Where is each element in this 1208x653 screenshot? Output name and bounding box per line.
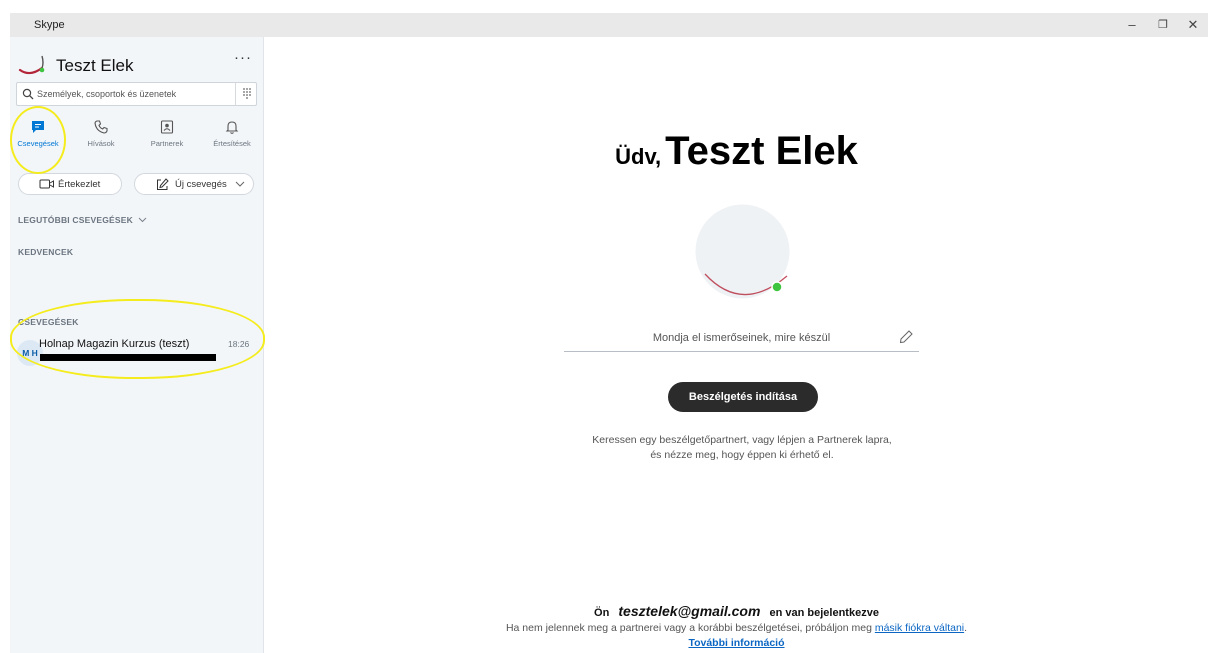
new-chat-label: Új csevegés bbox=[175, 179, 227, 190]
window-title: Skype bbox=[34, 19, 65, 31]
tab-contacts[interactable]: Partnerek bbox=[139, 119, 195, 159]
tab-notifications[interactable]: Értesítések bbox=[204, 119, 260, 159]
meeting-label: Értekezlet bbox=[58, 179, 101, 190]
search-box[interactable]: Személyek, csoportok és üzenetek bbox=[16, 82, 257, 106]
signed-in-prefix: Ön bbox=[594, 607, 610, 619]
section-title: KEDVENCEK bbox=[18, 247, 74, 257]
switch-account-text: Ha nem jelennek meg a partnerei vagy a k… bbox=[505, 622, 872, 634]
phone-icon bbox=[73, 119, 129, 135]
title-bar: Skype – ❐ ✕ bbox=[10, 13, 1208, 37]
tab-label: Csevegések bbox=[17, 139, 59, 148]
search-icon bbox=[22, 87, 34, 105]
meeting-button[interactable]: Értekezlet bbox=[18, 173, 122, 195]
section-title: CSEVEGÉSEK bbox=[18, 317, 79, 327]
chat-list-item[interactable]: M H Holnap Magazin Kurzus (teszt) 18:26 bbox=[10, 333, 263, 371]
signed-in-email: tesztelek@gmail.com bbox=[618, 603, 761, 619]
new-chat-button[interactable]: Új csevegés bbox=[134, 173, 254, 195]
start-conversation-button[interactable]: Beszélgetés indítása bbox=[668, 382, 818, 412]
section-recent-chats[interactable]: LEGUTÓBBI CSEVEGÉSEK bbox=[18, 215, 147, 225]
chevron-down-icon bbox=[138, 217, 146, 223]
tab-calls[interactable]: Hívások bbox=[73, 119, 129, 159]
chevron-down-icon[interactable] bbox=[235, 180, 245, 191]
chat-icon bbox=[10, 119, 66, 135]
chat-time: 18:26 bbox=[228, 339, 250, 349]
search-input[interactable]: Személyek, csoportok és üzenetek bbox=[37, 89, 176, 99]
video-meeting-icon bbox=[39, 178, 55, 194]
switch-account-link[interactable]: másik fiókra váltani bbox=[875, 622, 964, 634]
redacted-preview bbox=[40, 354, 216, 361]
section-chats: CSEVEGÉSEK bbox=[18, 317, 79, 327]
section-favorites: KEDVENCEK bbox=[18, 247, 73, 257]
dialpad-icon[interactable] bbox=[235, 83, 258, 105]
section-title: LEGUTÓBBI CSEVEGÉSEK bbox=[18, 215, 133, 225]
more-info-link[interactable]: További információ bbox=[688, 637, 784, 649]
signed-in-suffix: en van bejelentkezve bbox=[769, 607, 879, 619]
footer: Ön tesztelek@gmail.com en van bejelentke… bbox=[264, 603, 1208, 649]
contacts-icon bbox=[139, 119, 195, 135]
compose-icon bbox=[156, 178, 169, 194]
close-button[interactable]: ✕ bbox=[1181, 15, 1205, 35]
chat-name: Holnap Magazin Kurzus (teszt) bbox=[39, 338, 190, 350]
tab-label: Hívások bbox=[87, 139, 115, 148]
tab-chats[interactable]: Csevegések bbox=[10, 119, 66, 159]
main-panel: Üdv, Teszt Elek Mondja el ismerőseinek, m… bbox=[264, 37, 1208, 653]
mood-input[interactable]: Mondja el ismerőseinek, mire készül bbox=[564, 332, 919, 344]
hint-text: Keressen egy beszélgetőpartnert, vagy lé… bbox=[592, 434, 892, 461]
greeting-name: Teszt Elek bbox=[665, 129, 858, 173]
sidebar: Teszt Elek ··· Személyek, csoportok és ü… bbox=[10, 37, 265, 653]
more-options-button[interactable]: ··· bbox=[234, 49, 252, 66]
pencil-icon[interactable] bbox=[898, 329, 914, 350]
welcome-heading: Üdv, Teszt Elek bbox=[264, 129, 1208, 174]
more-info-line: További információ bbox=[264, 637, 1208, 649]
tab-label: Értesítések bbox=[213, 139, 251, 148]
signed-in-line: Ön tesztelek@gmail.com en van bejelentke… bbox=[264, 603, 1208, 619]
presence-indicator bbox=[771, 281, 783, 293]
restore-button[interactable]: ❐ bbox=[1151, 15, 1175, 35]
user-avatar[interactable] bbox=[695, 204, 790, 299]
switch-account-line: Ha nem jelennek meg a partnerei vagy a k… bbox=[505, 622, 968, 634]
profile-avatar[interactable] bbox=[18, 53, 46, 77]
tab-label: Partnerek bbox=[150, 139, 184, 148]
profile-name[interactable]: Teszt Elek bbox=[56, 56, 133, 76]
bell-icon bbox=[204, 119, 260, 135]
greeting-prefix: Üdv, bbox=[615, 144, 662, 169]
mood-field[interactable]: Mondja el ismerőseinek, mire készül bbox=[564, 324, 919, 352]
minimize-button[interactable]: – bbox=[1120, 15, 1144, 35]
nav-tabs: Csevegések Hívások Partnerek Értesítések bbox=[10, 119, 264, 161]
